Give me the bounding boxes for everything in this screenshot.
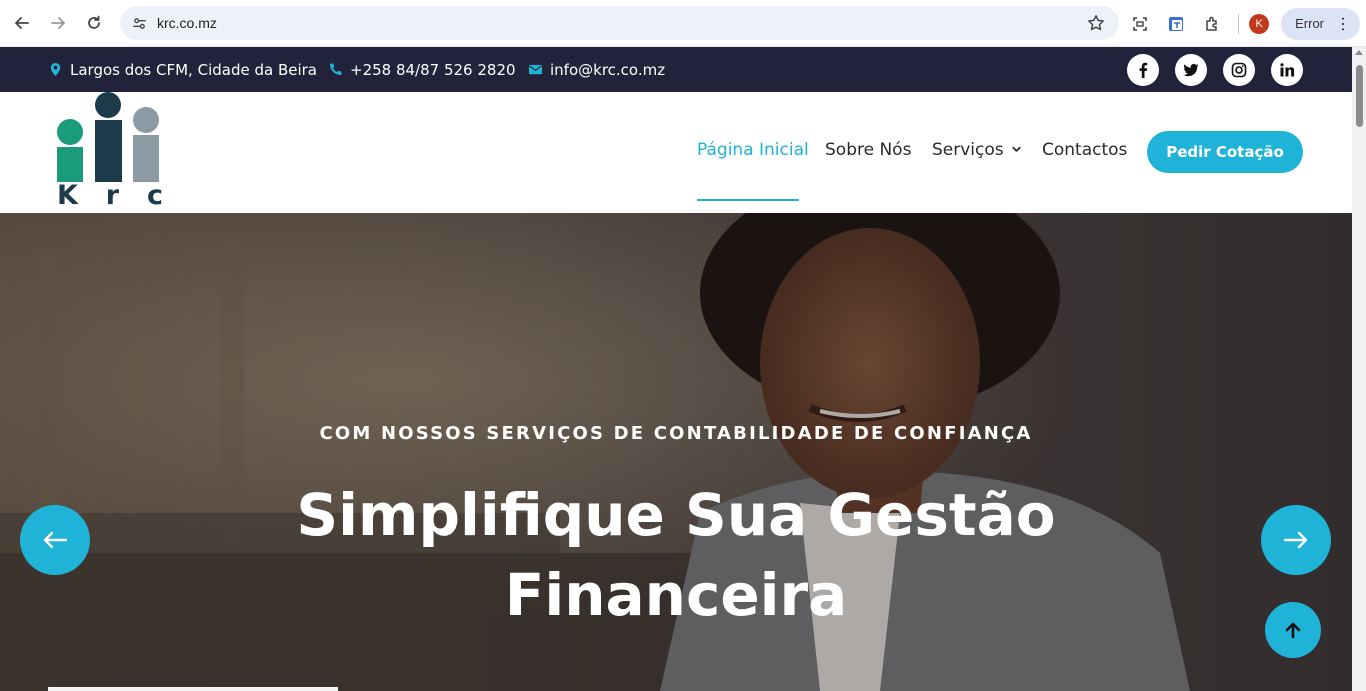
social-links (1127, 54, 1319, 86)
linkedin-icon[interactable] (1271, 54, 1303, 86)
arrow-left-icon (43, 531, 68, 549)
active-nav-underline (697, 199, 799, 201)
facebook-icon[interactable] (1127, 54, 1159, 86)
krc-logo[interactable]: K r c (55, 92, 163, 213)
nav-item-servicos[interactable]: Serviços (932, 140, 1021, 160)
nav-item-servicos-label: Serviços (932, 140, 1004, 160)
chevron-down-icon (1012, 146, 1021, 152)
site-info-icon[interactable] (129, 13, 149, 33)
site-header: K r c Página Inicial Sobre Nós Serviços … (0, 92, 1352, 213)
previous-slide-button[interactable] (20, 505, 90, 575)
scroll-up-icon[interactable] (1355, 50, 1363, 55)
scroll-thumb[interactable] (1356, 65, 1363, 127)
toolbar-divider (1238, 13, 1240, 34)
translate-extension-icon[interactable] (1162, 10, 1190, 38)
logo-letter-r: r (105, 180, 120, 211)
back-icon[interactable] (8, 9, 36, 37)
profile-initial: K (1255, 17, 1263, 30)
email-info[interactable]: info@krc.co.mz (528, 61, 665, 79)
logo-letter-k: K (57, 180, 78, 211)
hero-slider: COM NOSSOS SERVIÇOS DE CONTABILIDADE DE … (0, 213, 1352, 691)
instagram-icon[interactable] (1223, 54, 1255, 86)
phone-info[interactable]: +258 84/87 526 2820 (328, 61, 516, 79)
back-to-top-button[interactable] (1265, 602, 1321, 658)
profile-avatar[interactable]: K (1249, 13, 1270, 34)
forward-icon[interactable] (44, 9, 72, 37)
hero-title: Simplifique Sua Gestão Financeira (296, 481, 1056, 629)
screenshot-icon[interactable] (1126, 10, 1154, 38)
nav-item-pagina-inicial[interactable]: Página Inicial (697, 140, 809, 160)
logo-letter-c: c (146, 180, 163, 211)
url-text: krc.co.mz (157, 15, 217, 31)
more-menu-icon: ⋯ (1334, 16, 1351, 31)
email-text: info@krc.co.mz (550, 60, 666, 79)
phone-text: +258 84/87 526 2820 (350, 60, 516, 79)
request-quote-button[interactable]: Pedir Cotação (1147, 131, 1303, 173)
extensions-puzzle-icon[interactable] (1198, 10, 1226, 38)
nav-item-contactos[interactable]: Contactos (1042, 140, 1127, 160)
bookmark-star-icon[interactable] (1087, 14, 1105, 32)
hero-kicker: COM NOSSOS SERVIÇOS DE CONTABILIDADE DE … (319, 423, 1033, 444)
address-bar[interactable]: krc.co.mz (120, 6, 1119, 40)
logo-letters: K r c (57, 180, 163, 211)
browser-toolbar: krc.co.mz K Error ⋯ (0, 0, 1366, 47)
address-info: Largos dos CFM, Cidade da Beira (48, 61, 317, 79)
slide-progress-bar (48, 687, 338, 691)
arrow-up-icon (1285, 622, 1301, 639)
arrow-right-icon (1283, 531, 1308, 549)
page-scrollbar[interactable] (1352, 47, 1366, 691)
nav-item-sobre-nos[interactable]: Sobre Nós (825, 140, 911, 160)
map-pin-icon (50, 62, 61, 77)
envelope-icon (528, 64, 543, 75)
phone-icon (330, 63, 342, 75)
address-text: Largos dos CFM, Cidade da Beira (70, 60, 317, 79)
top-info-bar: Largos dos CFM, Cidade da Beira +258 84/… (0, 47, 1352, 92)
next-slide-button[interactable] (1261, 505, 1331, 575)
logo-figures (57, 92, 159, 182)
twitter-icon[interactable] (1175, 54, 1207, 86)
error-menu-button[interactable]: Error ⋯ (1281, 7, 1360, 40)
reload-icon[interactable] (80, 9, 108, 37)
error-label: Error (1295, 16, 1324, 31)
